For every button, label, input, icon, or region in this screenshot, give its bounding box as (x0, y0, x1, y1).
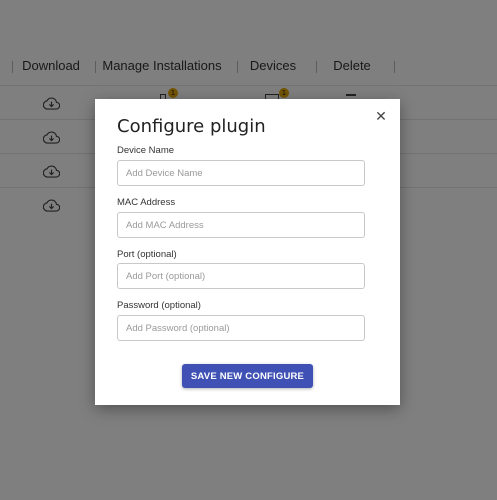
close-icon[interactable]: ✕ (374, 109, 388, 123)
port-label: Port (optional) (117, 249, 177, 260)
device-name-label: Device Name (117, 145, 175, 156)
mac-address-label: MAC Address (117, 197, 176, 208)
configure-plugin-dialog: Configure plugin ✕ Device Name MAC Addre… (95, 99, 400, 405)
mac-address-input[interactable] (117, 212, 365, 238)
dialog-title: Configure plugin (117, 116, 266, 137)
device-name-input[interactable] (117, 160, 365, 186)
port-input[interactable] (117, 263, 365, 289)
save-new-configure-button[interactable]: SAVE NEW CONFIGURE (182, 364, 313, 388)
password-input[interactable] (117, 315, 365, 341)
password-label: Password (optional) (117, 300, 201, 311)
